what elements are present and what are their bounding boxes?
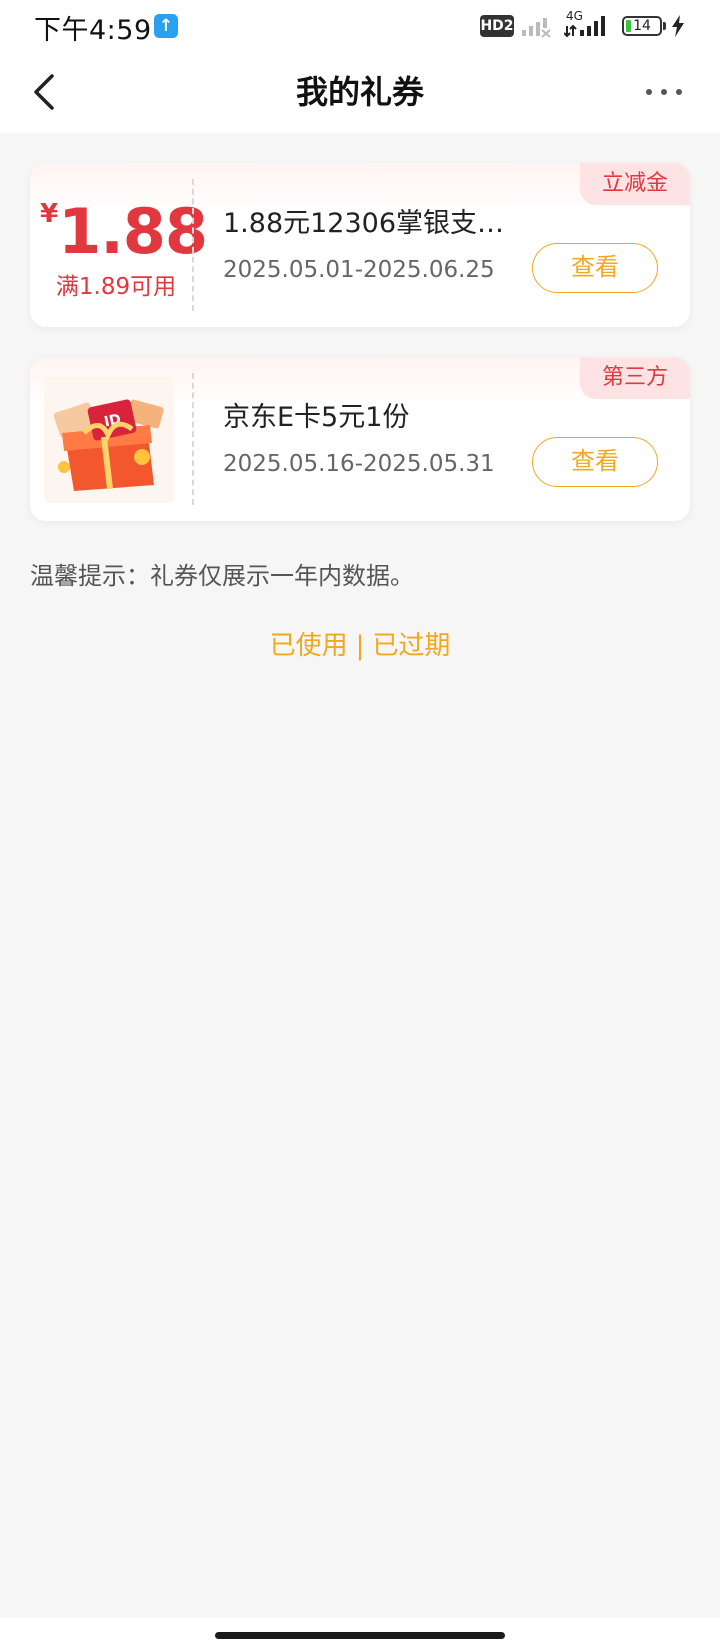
coupon-condition: 满1.89可用 (55, 274, 177, 300)
history-links: 已使用 | 已过期 (0, 625, 720, 662)
used-coupons-link[interactable]: 已使用 (270, 631, 348, 661)
bottom-bar (0, 1618, 720, 1650)
signal-weak-icon (522, 18, 551, 38)
coupon-date: 2025.05.01-2025.06.25 (223, 257, 495, 283)
lightning-icon (672, 15, 684, 37)
view-button[interactable]: 查看 (532, 243, 658, 293)
coupon-divider (192, 373, 194, 505)
more-dots-icon (646, 89, 682, 95)
view-button[interactable]: 查看 (532, 437, 658, 487)
nav-bar: 我的礼券 (0, 52, 720, 132)
battery-icon: 14 (622, 16, 662, 36)
coupon-card[interactable]: ID 京东E卡5元1份 2025.05.16-2025.05.31 第三方 查看 (30, 357, 690, 521)
coupon-title: 1.88元12306掌银支… (223, 208, 505, 239)
link-separator: | (355, 631, 365, 661)
more-button[interactable] (636, 72, 692, 112)
home-indicator[interactable] (215, 1632, 505, 1639)
coupon-date: 2025.05.16-2025.05.31 (223, 451, 495, 477)
coupon-divider (192, 179, 194, 311)
coupon-tag: 第三方 (580, 357, 690, 399)
amount-value: 1.88 (58, 195, 208, 268)
page-title: 我的礼券 (295, 73, 424, 111)
coupon-title: 京东E卡5元1份 (223, 402, 410, 433)
hd-badge: HD2 (480, 15, 514, 37)
coupon-amount: ¥1.88 (40, 199, 208, 265)
arrow-up-icon: ↑ (154, 14, 178, 38)
coupon-tag: 立减金 (580, 163, 690, 205)
tip-text: 温馨提示：礼券仅展示一年内数据。 (30, 562, 414, 590)
signal-strong-icon (564, 16, 605, 38)
battery-level: 14 (633, 18, 651, 34)
status-bar: 下午4:59 ↑ HD2 4G 14 (0, 0, 720, 52)
coupon-card[interactable]: ¥1.88 满1.89可用 1.88元12306掌银支… 2025.05.01-… (30, 163, 690, 327)
status-time: 下午4:59 (34, 15, 152, 46)
expired-coupons-link[interactable]: 已过期 (372, 631, 450, 661)
battery-cap (663, 22, 666, 30)
coupon-image-area: ID (30, 357, 192, 521)
gift-box-icon: ID (44, 377, 174, 503)
chevron-left-icon (34, 74, 54, 110)
currency-symbol: ¥ (40, 199, 59, 229)
coupon-amount-area: ¥1.88 满1.89可用 (30, 163, 208, 327)
back-button[interactable] (22, 64, 66, 120)
